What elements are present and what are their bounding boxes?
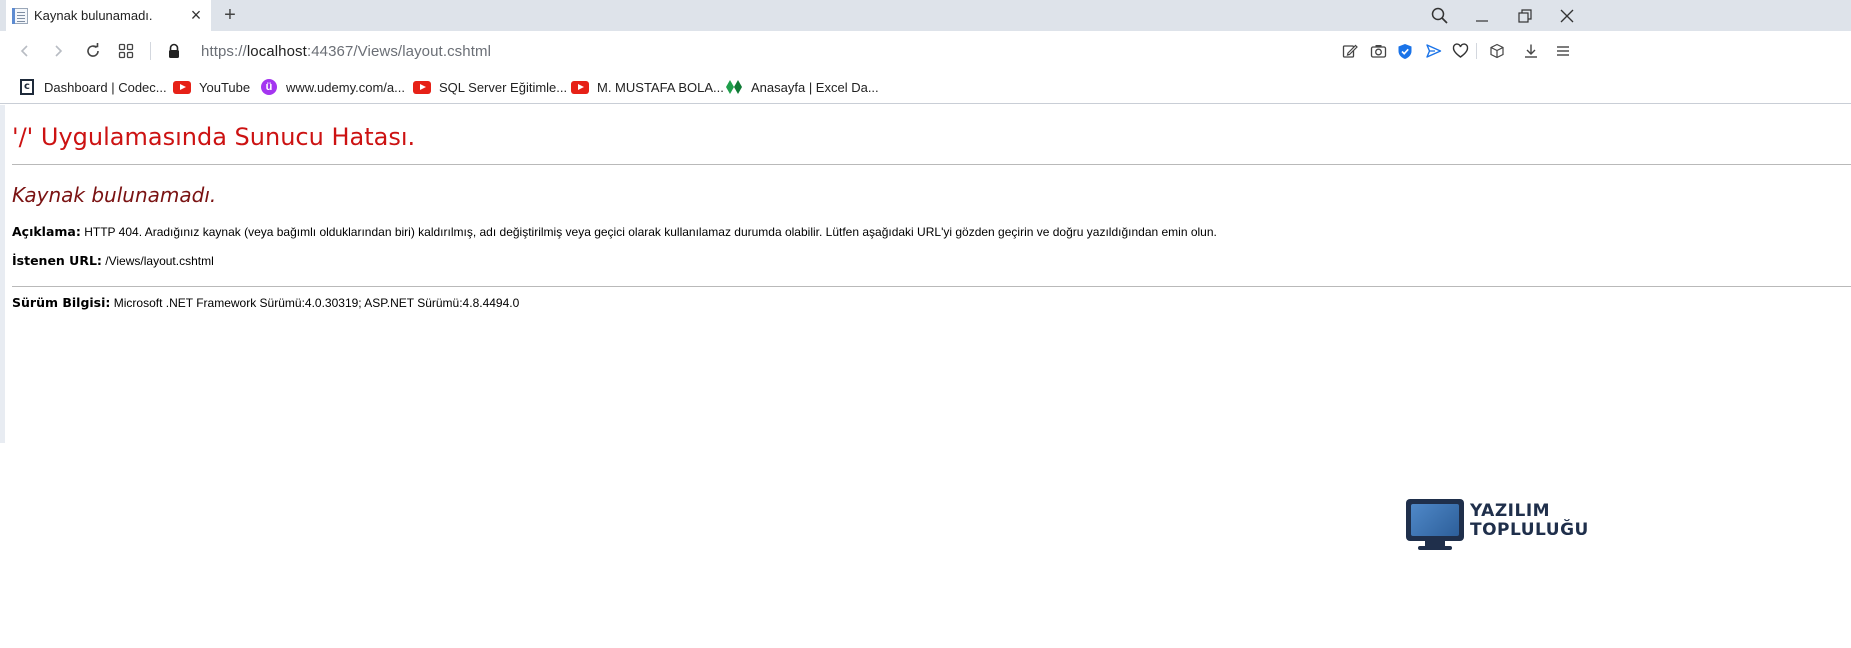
url-scheme: https://	[201, 43, 247, 60]
new-tab-icon[interactable]: +	[220, 5, 240, 25]
search-tabs-icon[interactable]	[1418, 0, 1462, 31]
shield-check-icon[interactable]	[1394, 40, 1416, 62]
description-label: Açıklama:	[12, 224, 81, 239]
version-label: Sürüm Bilgisi:	[12, 295, 111, 310]
close-tab-icon[interactable]: ×	[187, 6, 205, 24]
bookmark-mustafa-bola[interactable]: M. MUSTAFA BOLA...	[571, 77, 724, 97]
bookmark-excel-anasayfa[interactable]: Anasayfa | Excel Da...	[725, 77, 879, 97]
bookmark-dashboard-codecademy[interactable]: c Dashboard | Codec...	[18, 77, 167, 97]
toolbar-divider	[150, 42, 151, 60]
excel-leaf-icon	[725, 79, 743, 95]
bookmark-label: Anasayfa | Excel Da...	[751, 79, 879, 95]
download-icon[interactable]	[1520, 40, 1542, 62]
page-title: '/' Uygulamasında Sunucu Hatası.	[12, 123, 416, 151]
bookmarks-bar: c Dashboard | Codec... YouTube ü www.ude…	[0, 71, 1851, 104]
version-row: Sürüm Bilgisi: Microsoft .NET Framework …	[12, 295, 519, 310]
description-row: Açıklama: HTTP 404. Aradığınız kaynak (v…	[12, 224, 1217, 239]
youtube-icon	[571, 79, 589, 95]
udemy-icon: ü	[260, 79, 278, 95]
back-arrow-icon[interactable]	[13, 39, 37, 63]
watermark-line-1: YAZILIM	[1470, 501, 1551, 521]
address-input[interactable]: https://localhost:44367/Views/layout.csh…	[201, 43, 491, 60]
error-subtitle: Kaynak bulunamadı.	[12, 183, 217, 207]
youtube-icon	[413, 79, 431, 95]
bookmark-label: SQL Server Eğitimle...	[439, 79, 568, 95]
restore-window-icon[interactable]	[1503, 0, 1547, 31]
divider	[12, 286, 1851, 287]
error-page: '/' Uygulamasında Sunucu Hatası. Kaynak …	[5, 105, 1851, 443]
heart-icon[interactable]	[1449, 40, 1471, 62]
browser-window: Kaynak bulunamadı. × + https://localhost…	[0, 0, 1851, 648]
bookmark-label: M. MUSTAFA BOLA...	[597, 79, 724, 95]
divider	[12, 164, 1851, 165]
watermark-line-2: TOPLULUĞU	[1470, 520, 1589, 540]
speed-dial-grid-icon[interactable]	[114, 39, 138, 63]
edit-icon[interactable]	[1339, 40, 1361, 62]
tab-strip: Kaynak bulunamadı. × +	[0, 0, 1851, 31]
bookmark-label: Dashboard | Codec...	[44, 79, 167, 95]
monitor-base	[1418, 546, 1452, 550]
url-path: :44367/Views/layout.cshtml	[306, 43, 492, 60]
codecademy-icon: c	[18, 79, 36, 95]
youtube-icon	[173, 79, 191, 95]
address-toolbar: https://localhost:44367/Views/layout.csh…	[0, 31, 1851, 71]
document-favicon-icon	[12, 7, 28, 24]
minimize-icon[interactable]	[1460, 0, 1504, 31]
requested-url-label: İstenen URL:	[12, 253, 102, 268]
camera-icon[interactable]	[1367, 40, 1389, 62]
active-tab[interactable]: Kaynak bulunamadı. ×	[6, 0, 211, 31]
forward-arrow-icon[interactable]	[46, 39, 70, 63]
toolbar-divider	[1476, 43, 1477, 59]
tab-title: Kaynak bulunamadı.	[34, 8, 153, 23]
reload-icon[interactable]	[81, 39, 105, 63]
settings-menu-icon[interactable]	[1552, 40, 1574, 62]
close-window-icon[interactable]	[1545, 0, 1589, 31]
lock-icon[interactable]	[162, 39, 186, 63]
bookmark-youtube[interactable]: YouTube	[173, 77, 250, 97]
bookmark-label: YouTube	[199, 79, 251, 95]
bookmark-udemy[interactable]: ü www.udemy.com/a...	[260, 77, 405, 97]
requested-url-row: İstenen URL: /Views/layout.cshtml	[12, 253, 214, 268]
monitor-logo-icon	[1406, 499, 1464, 541]
bookmark-sql-server[interactable]: SQL Server Eğitimle...	[413, 77, 567, 97]
requested-url-value: /Views/layout.cshtml	[105, 254, 214, 268]
cube-icon[interactable]	[1486, 40, 1508, 62]
description-text: HTTP 404. Aradığınız kaynak (veya bağıml…	[84, 225, 1217, 239]
bookmark-label: www.udemy.com/a...	[286, 79, 405, 95]
url-host: localhost	[246, 43, 307, 60]
send-arrow-icon[interactable]	[1422, 40, 1444, 62]
watermark-logo: YAZILIM TOPLULUĞU	[1406, 497, 1589, 552]
version-text: Microsoft .NET Framework Sürümü:4.0.3031…	[113, 296, 520, 310]
